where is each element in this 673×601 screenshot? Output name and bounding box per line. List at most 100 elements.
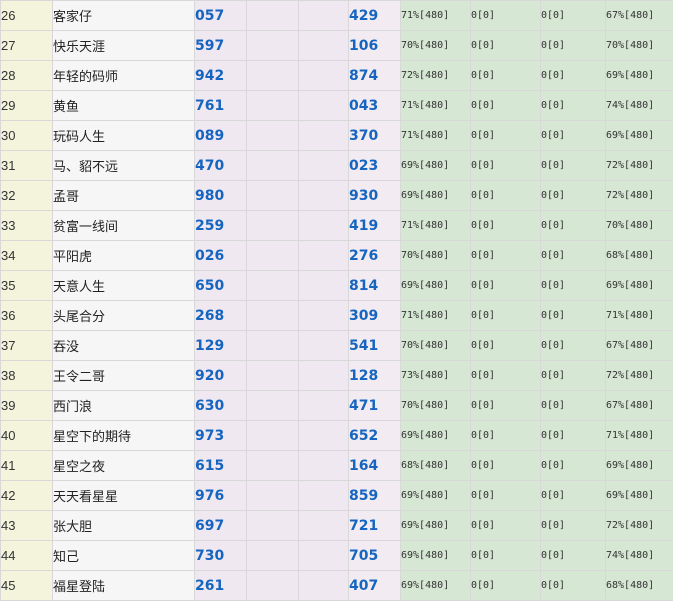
table-row: 34平阳虎02627670%[480]0[0]0[0]68%[480]	[1, 241, 673, 271]
zero-stat-cell: 0[0]	[471, 541, 541, 571]
hit-rate-cell: 72%[480]	[606, 181, 673, 211]
hit-rate-cell: 70%[480]	[606, 211, 673, 241]
name-cell[interactable]: 天意人生	[53, 271, 195, 301]
number-b-cell: 043	[349, 91, 401, 121]
name-cell[interactable]: 客家仔	[53, 1, 195, 31]
table-row: 31马、貂不远47002369%[480]0[0]0[0]72%[480]	[1, 151, 673, 181]
empty-cell	[247, 211, 299, 241]
table-body: 26客家仔05742971%[480]0[0]0[0]67%[480]27快乐天…	[1, 1, 673, 601]
empty-cell	[299, 301, 349, 331]
number-b-cell: 814	[349, 271, 401, 301]
number-a-cell: 697	[195, 511, 247, 541]
rank-cell: 45	[1, 571, 53, 601]
number-a-cell: 730	[195, 541, 247, 571]
hit-rate-cell: 68%[480]	[606, 241, 673, 271]
zero-stat-cell: 0[0]	[541, 481, 606, 511]
hit-rate-cell: 69%[480]	[401, 511, 471, 541]
hit-rate-cell: 69%[480]	[401, 421, 471, 451]
hit-rate-cell: 72%[480]	[606, 511, 673, 541]
number-b-cell: 471	[349, 391, 401, 421]
empty-cell	[247, 391, 299, 421]
name-cell[interactable]: 天天看星星	[53, 481, 195, 511]
number-b-cell: 164	[349, 451, 401, 481]
zero-stat-cell: 0[0]	[471, 331, 541, 361]
name-cell[interactable]: 星空之夜	[53, 451, 195, 481]
table-row: 33贫富一线间25941971%[480]0[0]0[0]70%[480]	[1, 211, 673, 241]
hit-rate-cell: 71%[480]	[401, 1, 471, 31]
empty-cell	[247, 91, 299, 121]
name-cell[interactable]: 年轻的码师	[53, 61, 195, 91]
hit-rate-cell: 72%[480]	[606, 361, 673, 391]
name-cell[interactable]: 张大胆	[53, 511, 195, 541]
zero-stat-cell: 0[0]	[541, 151, 606, 181]
name-cell[interactable]: 知己	[53, 541, 195, 571]
table-row: 38王令二哥92012873%[480]0[0]0[0]72%[480]	[1, 361, 673, 391]
name-cell[interactable]: 吞没	[53, 331, 195, 361]
number-b-cell: 370	[349, 121, 401, 151]
empty-cell	[247, 1, 299, 31]
empty-cell	[299, 91, 349, 121]
zero-stat-cell: 0[0]	[541, 241, 606, 271]
zero-stat-cell: 0[0]	[541, 361, 606, 391]
name-cell[interactable]: 马、貂不远	[53, 151, 195, 181]
empty-cell	[299, 271, 349, 301]
name-cell[interactable]: 黄鱼	[53, 91, 195, 121]
name-cell[interactable]: 玩码人生	[53, 121, 195, 151]
number-b-cell: 106	[349, 31, 401, 61]
number-b-cell: 407	[349, 571, 401, 601]
table-row: 32孟哥98093069%[480]0[0]0[0]72%[480]	[1, 181, 673, 211]
empty-cell	[247, 361, 299, 391]
hit-rate-cell: 69%[480]	[401, 181, 471, 211]
name-cell[interactable]: 西门浪	[53, 391, 195, 421]
zero-stat-cell: 0[0]	[471, 181, 541, 211]
name-cell[interactable]: 星空下的期待	[53, 421, 195, 451]
zero-stat-cell: 0[0]	[471, 481, 541, 511]
hit-rate-cell: 70%[480]	[606, 31, 673, 61]
hit-rate-cell: 69%[480]	[606, 271, 673, 301]
name-cell[interactable]: 贫富一线间	[53, 211, 195, 241]
zero-stat-cell: 0[0]	[541, 211, 606, 241]
hit-rate-cell: 69%[480]	[606, 61, 673, 91]
zero-stat-cell: 0[0]	[471, 211, 541, 241]
hit-rate-cell: 70%[480]	[401, 391, 471, 421]
hit-rate-cell: 69%[480]	[401, 571, 471, 601]
empty-cell	[299, 421, 349, 451]
empty-cell	[299, 451, 349, 481]
hit-rate-cell: 71%[480]	[606, 301, 673, 331]
empty-cell	[299, 151, 349, 181]
zero-stat-cell: 0[0]	[541, 571, 606, 601]
zero-stat-cell: 0[0]	[471, 241, 541, 271]
rank-cell: 41	[1, 451, 53, 481]
number-a-cell: 942	[195, 61, 247, 91]
empty-cell	[247, 241, 299, 271]
empty-cell	[247, 511, 299, 541]
number-a-cell: 470	[195, 151, 247, 181]
hit-rate-cell: 74%[480]	[606, 541, 673, 571]
number-a-cell: 650	[195, 271, 247, 301]
number-b-cell: 721	[349, 511, 401, 541]
name-cell[interactable]: 头尾合分	[53, 301, 195, 331]
hit-rate-cell: 73%[480]	[401, 361, 471, 391]
zero-stat-cell: 0[0]	[471, 61, 541, 91]
rank-cell: 39	[1, 391, 53, 421]
table-row: 28年轻的码师94287472%[480]0[0]0[0]69%[480]	[1, 61, 673, 91]
name-cell[interactable]: 平阳虎	[53, 241, 195, 271]
empty-cell	[247, 271, 299, 301]
zero-stat-cell: 0[0]	[541, 391, 606, 421]
name-cell[interactable]: 王令二哥	[53, 361, 195, 391]
hit-rate-cell: 69%[480]	[401, 151, 471, 181]
empty-cell	[247, 421, 299, 451]
rank-cell: 34	[1, 241, 53, 271]
name-cell[interactable]: 孟哥	[53, 181, 195, 211]
empty-cell	[299, 391, 349, 421]
hit-rate-cell: 71%[480]	[606, 421, 673, 451]
rank-cell: 35	[1, 271, 53, 301]
number-b-cell: 874	[349, 61, 401, 91]
name-cell[interactable]: 福星登陆	[53, 571, 195, 601]
name-cell[interactable]: 快乐天涯	[53, 31, 195, 61]
table-row: 41星空之夜61516468%[480]0[0]0[0]69%[480]	[1, 451, 673, 481]
table-row: 30玩码人生08937071%[480]0[0]0[0]69%[480]	[1, 121, 673, 151]
hit-rate-cell: 67%[480]	[606, 1, 673, 31]
hit-rate-cell: 69%[480]	[606, 451, 673, 481]
zero-stat-cell: 0[0]	[541, 541, 606, 571]
